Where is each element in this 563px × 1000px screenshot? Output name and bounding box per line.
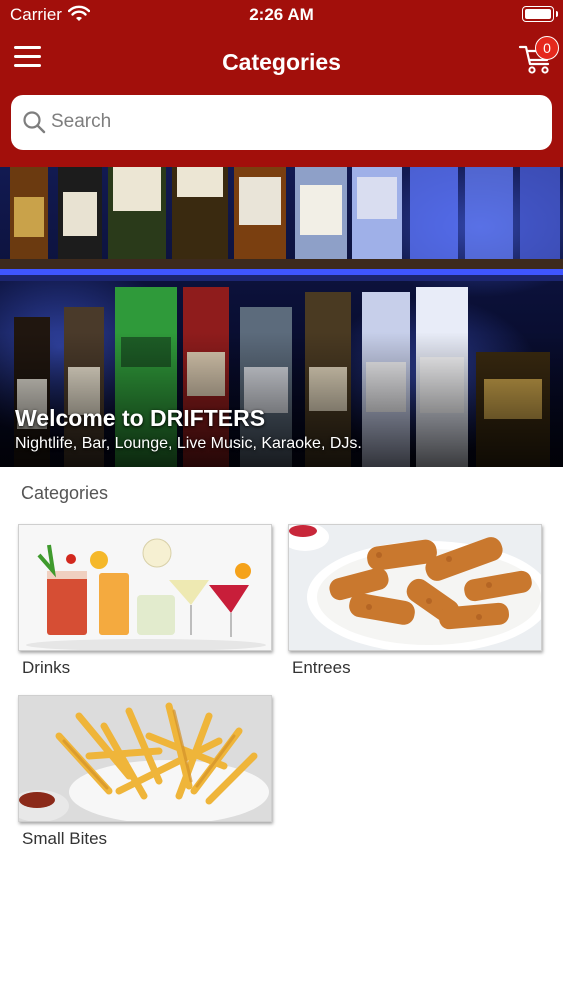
entrees-image: [288, 524, 542, 651]
search-input[interactable]: [51, 105, 531, 139]
search-icon: [22, 110, 46, 139]
search-bar: [11, 95, 552, 150]
category-label: Small Bites: [22, 829, 108, 848]
category-label: Drinks: [22, 658, 71, 677]
small-bites-image: [18, 695, 272, 822]
navigation-bar: Categories: [0, 32, 563, 92]
status-bar: Carrier 2:26 AM: [0, 0, 563, 30]
section-title: Categories: [21, 483, 109, 503]
drinks-image: [18, 524, 272, 651]
battery-icon: [522, 6, 558, 22]
page-title: Categories: [222, 49, 341, 75]
hero-subtitle: Nightlife, Bar, Lounge, Live Music, Kara…: [15, 435, 362, 452]
status-time: 2:26 AM: [249, 5, 314, 24]
hero-title: Welcome to DRIFTERS: [15, 405, 266, 431]
category-label: Entrees: [292, 658, 351, 677]
cart-count-badge: 0: [535, 36, 559, 60]
